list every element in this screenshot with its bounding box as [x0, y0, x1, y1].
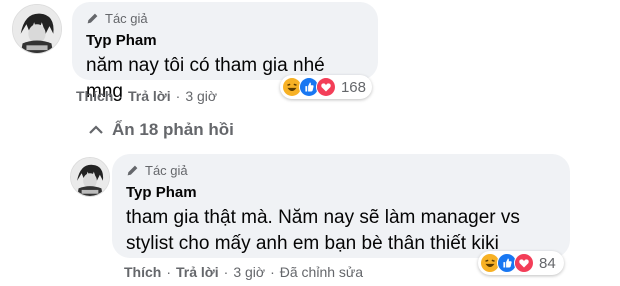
like-button[interactable]: Thích — [76, 88, 113, 104]
separator-dot: · — [270, 264, 275, 280]
avatar[interactable] — [70, 157, 110, 197]
separator-dot: · — [166, 264, 172, 280]
chevron-up-icon — [89, 125, 103, 134]
avatar-image — [71, 158, 109, 196]
reaction-count: 168 — [340, 78, 366, 96]
avatar[interactable] — [12, 4, 62, 54]
reply-button[interactable]: Trả lời — [128, 88, 171, 104]
hide-replies-label: Ẩn 18 phản hồi — [112, 120, 234, 139]
author-badge: Tác giả — [86, 10, 364, 26]
reaction-count: 84 — [539, 254, 556, 272]
separator-dot: · — [175, 88, 181, 104]
love-icon — [514, 253, 534, 273]
comment-text-line: tham gia thật mà. Năm nay sẽ làm manager… — [126, 207, 520, 228]
separator-dot: · — [118, 88, 124, 104]
comment-actions: Thích · Trả lời · 3 giờ · Đã chỉnh sửa — [124, 264, 363, 280]
author-badge: Tác giả — [126, 162, 556, 178]
like-button[interactable]: Thích — [124, 264, 161, 280]
love-icon — [315, 77, 336, 97]
comment-author-name[interactable]: Typ Pham — [86, 32, 364, 49]
pencil-icon — [87, 13, 98, 23]
avatar-image — [13, 5, 61, 53]
timestamp[interactable]: 3 giờ — [185, 88, 217, 104]
edited-label: Đã chỉnh sửa — [279, 264, 364, 280]
pencil-icon — [127, 165, 138, 175]
comment-author-name[interactable]: Typ Pham — [126, 184, 556, 201]
comment-actions: Thích · Trả lời · 3 giờ — [76, 88, 217, 104]
reaction-summary[interactable]: 84 — [478, 251, 564, 275]
hide-replies-toggle[interactable]: Ẩn 18 phản hồi — [88, 120, 234, 140]
comment-bubble: Tác giả Typ Pham tham gia thật mà. Năm n… — [112, 154, 570, 258]
author-badge-label: Tác giả — [105, 10, 148, 26]
reply-button[interactable]: Trả lời — [176, 264, 219, 280]
reaction-summary[interactable]: 168 — [280, 75, 372, 99]
comment-bubble: Tác giả Typ Pham năm nay tôi có tham gia… — [72, 2, 378, 102]
separator-dot: · — [223, 264, 229, 280]
author-badge-label: Tác giả — [145, 162, 188, 178]
timestamp[interactable]: 3 giờ — [233, 264, 265, 280]
